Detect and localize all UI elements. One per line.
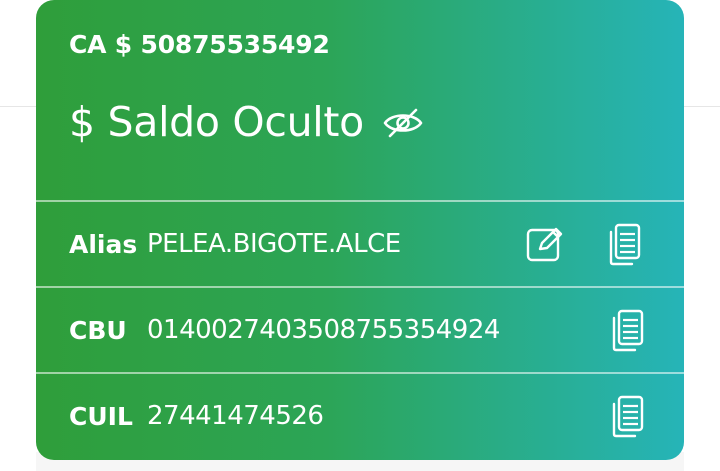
- copy-icon[interactable]: [607, 394, 647, 438]
- alias-value: PELEA.BIGOTE.ALCE: [147, 229, 401, 259]
- cbu-row: CBU 0140027403508755354924: [36, 288, 684, 372]
- cuil-row: CUIL 27441474526: [36, 374, 684, 458]
- account-number: CA $ 50875535492: [69, 30, 330, 59]
- cbu-label: CBU: [69, 315, 127, 345]
- cbu-value: 0140027403508755354924: [147, 315, 500, 345]
- balance-text: $ Saldo Oculto: [69, 98, 364, 146]
- cuil-value: 27441474526: [147, 401, 324, 431]
- cuil-label: CUIL: [69, 401, 133, 431]
- copy-icon[interactable]: [604, 222, 644, 266]
- eye-slash-icon[interactable]: [382, 106, 424, 140]
- copy-icon[interactable]: [607, 308, 647, 352]
- alias-label: Alias: [69, 229, 138, 259]
- edit-icon[interactable]: [525, 222, 565, 266]
- account-card: CA $ 50875535492 $ Saldo Oculto Alias PE…: [36, 0, 684, 460]
- alias-row: Alias PELEA.BIGOTE.ALCE: [36, 202, 684, 286]
